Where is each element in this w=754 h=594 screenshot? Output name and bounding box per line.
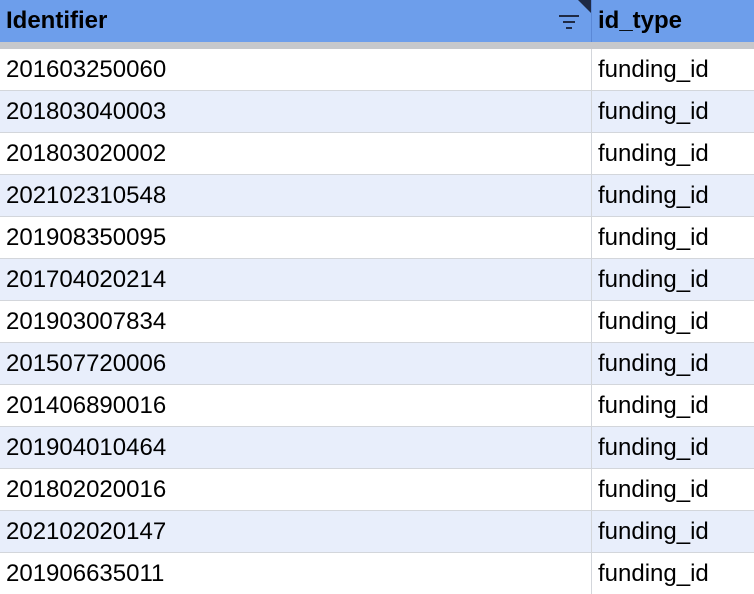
cell-note-indicator: [578, 0, 591, 13]
column-header-id-type[interactable]: id_type: [592, 0, 754, 42]
table-row: 202102020147 funding_id: [0, 511, 754, 553]
id-type-cell[interactable]: funding_id: [592, 133, 754, 174]
table-row: 201904010464 funding_id: [0, 427, 754, 469]
identifier-cell[interactable]: 201507720006: [0, 343, 591, 384]
table-row: 201406890016 funding_id: [0, 385, 754, 427]
identifier-cell[interactable]: 201802020016: [0, 469, 591, 510]
column-header-identifier-label: Identifier: [6, 7, 108, 34]
identifier-cell[interactable]: 201406890016: [0, 385, 591, 426]
header-row: Identifier id_type: [0, 0, 754, 43]
table-row: 201507720006 funding_id: [0, 343, 754, 385]
identifier-cell[interactable]: 201704020214: [0, 259, 591, 300]
identifier-cell[interactable]: 201908350095: [0, 217, 591, 258]
table-row: 201802020016 funding_id: [0, 469, 754, 511]
id-type-cell[interactable]: funding_id: [592, 217, 754, 258]
table-row: 201704020214 funding_id: [0, 259, 754, 301]
column-header-identifier[interactable]: Identifier: [0, 0, 591, 42]
identifier-cell[interactable]: 201803040003: [0, 91, 591, 132]
id-type-cell[interactable]: funding_id: [592, 49, 754, 90]
table-row: 201903007834 funding_id: [0, 301, 754, 343]
id-type-cell[interactable]: funding_id: [592, 259, 754, 300]
identifier-cell[interactable]: 201603250060: [0, 49, 591, 90]
identifier-cell[interactable]: 201803020002: [0, 133, 591, 174]
table-row: 202102310548 funding_id: [0, 175, 754, 217]
identifier-cell[interactable]: 201904010464: [0, 427, 591, 468]
identifier-cell[interactable]: 202102020147: [0, 511, 591, 552]
table-row: 201603250060 funding_id: [0, 49, 754, 91]
id-type-cell[interactable]: funding_id: [592, 469, 754, 510]
table-body: 201603250060 funding_id 201803040003 fundin…: [0, 49, 754, 594]
id-type-cell[interactable]: funding_id: [592, 385, 754, 426]
frozen-row-divider[interactable]: [0, 42, 754, 49]
column-header-id-type-label: id_type: [598, 7, 683, 34]
id-type-cell[interactable]: funding_id: [592, 427, 754, 468]
table-row: 201908350095 funding_id: [0, 217, 754, 259]
id-type-cell[interactable]: funding_id: [592, 343, 754, 384]
filter-icon[interactable]: [558, 13, 580, 31]
id-type-cell[interactable]: funding_id: [592, 301, 754, 342]
table-row: 201803020002 funding_id: [0, 133, 754, 175]
id-type-cell[interactable]: funding_id: [592, 553, 754, 594]
identifier-cell[interactable]: 201903007834: [0, 301, 591, 342]
id-type-cell[interactable]: funding_id: [592, 175, 754, 216]
identifier-cell[interactable]: 201906635011: [0, 553, 591, 594]
spreadsheet: Identifier id_type 201603250060 funding_i…: [0, 0, 754, 594]
table-row: 201906635011 funding_id: [0, 553, 754, 594]
identifier-cell[interactable]: 202102310548: [0, 175, 591, 216]
table-row: 201803040003 funding_id: [0, 91, 754, 133]
id-type-cell[interactable]: funding_id: [592, 511, 754, 552]
id-type-cell[interactable]: funding_id: [592, 91, 754, 132]
